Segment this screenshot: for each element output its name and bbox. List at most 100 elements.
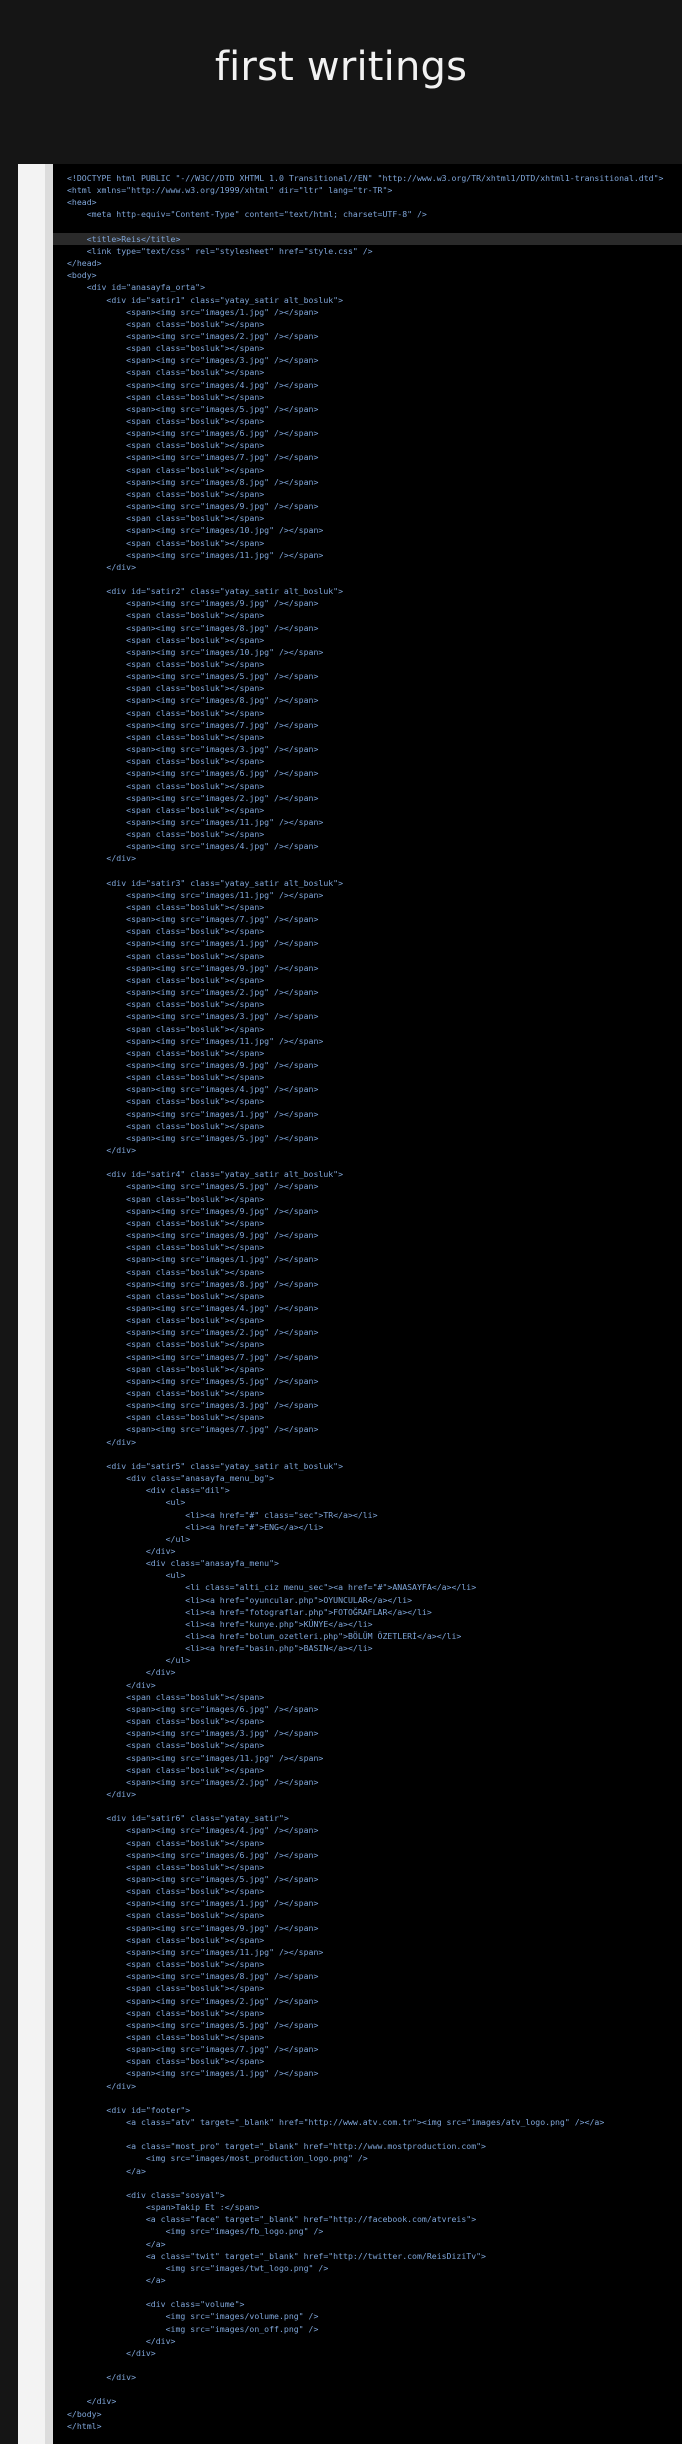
code-line[interactable]: 11 <div id="satir1" class="yatay_satir a… bbox=[53, 294, 682, 306]
code-line[interactable]: 35 <div id="satir2" class="yatay_satir a… bbox=[53, 585, 682, 597]
code-line[interactable]: 171 </a> bbox=[53, 2238, 682, 2250]
code-line[interactable]: 153 <span><img src="images/5.jpg" /></sp… bbox=[53, 2019, 682, 2031]
code-line[interactable]: 54 <span><img src="images/11.jpg" /></sp… bbox=[53, 816, 682, 828]
code-line[interactable]: 49 <span class="bosluk"></span> bbox=[53, 755, 682, 767]
code-line[interactable]: 127 <span><img src="images/6.jpg" /></sp… bbox=[53, 1703, 682, 1715]
code-line[interactable]: 37 <span class="bosluk"></span> bbox=[53, 609, 682, 621]
code-line[interactable]: 165 </a> bbox=[53, 2165, 682, 2177]
code-line[interactable]: 146 <span class="bosluk"></span> bbox=[53, 1934, 682, 1946]
code-line[interactable]: 20 <span><img src="images/5.jpg" /></spa… bbox=[53, 403, 682, 415]
code-line[interactable]: 42 <span><img src="images/5.jpg" /></spa… bbox=[53, 670, 682, 682]
code-line[interactable]: 15 <span class="bosluk"></span> bbox=[53, 342, 682, 354]
code-line[interactable]: 23 <span class="bosluk"></span> bbox=[53, 439, 682, 451]
code-line[interactable]: 160 <div id="footer"> bbox=[53, 2104, 682, 2116]
code-editor[interactable]: 1<!DOCTYPE html PUBLIC "-//W3C//DTD XHTM… bbox=[18, 164, 682, 2444]
code-line[interactable]: 93 <span class="bosluk"></span> bbox=[53, 1290, 682, 1302]
code-line[interactable]: 141 <span><img src="images/5.jpg" /></sp… bbox=[53, 1873, 682, 1885]
code-line[interactable]: 41 <span class="bosluk"></span> bbox=[53, 658, 682, 670]
code-line[interactable]: 89 <span class="bosluk"></span> bbox=[53, 1241, 682, 1253]
code-line[interactable]: 135 bbox=[53, 1800, 682, 1812]
code-line[interactable]: 46 <span><img src="images/7.jpg" /></spa… bbox=[53, 719, 682, 731]
code-line[interactable]: 66 <span><img src="images/9.jpg" /></spa… bbox=[53, 962, 682, 974]
code-line[interactable]: 7 <link type="text/css" rel="stylesheet"… bbox=[53, 245, 682, 257]
code-line[interactable]: 147 <span><img src="images/11.jpg" /></s… bbox=[53, 1946, 682, 1958]
code-line[interactable]: 182 </div> bbox=[53, 2371, 682, 2383]
code-line[interactable]: 69 <span class="bosluk"></span> bbox=[53, 998, 682, 1010]
code-line[interactable]: 29 <span class="bosluk"></span> bbox=[53, 512, 682, 524]
code-line[interactable]: 80 <span><img src="images/5.jpg" /></spa… bbox=[53, 1132, 682, 1144]
code-line[interactable]: 120 <li><a href="kunye.php">KÜNYE</a></l… bbox=[53, 1618, 682, 1630]
code-line[interactable]: 48 <span><img src="images/3.jpg" /></spa… bbox=[53, 743, 682, 755]
code-line[interactable]: 114 </div> bbox=[53, 1545, 682, 1557]
code-line[interactable]: 60 <span><img src="images/11.jpg" /></sp… bbox=[53, 889, 682, 901]
code-line[interactable]: 98 <span><img src="images/7.jpg" /></spa… bbox=[53, 1351, 682, 1363]
code-line[interactable]: 58 bbox=[53, 865, 682, 877]
code-line[interactable]: 154 <span class="bosluk"></span> bbox=[53, 2031, 682, 2043]
code-line[interactable]: 107 <div id="satir5" class="yatay_satir … bbox=[53, 1460, 682, 1472]
code-line[interactable]: 170 <img src="images/fb_logo.png" /> bbox=[53, 2225, 682, 2237]
code-line[interactable]: 16 <span><img src="images/3.jpg" /></spa… bbox=[53, 354, 682, 366]
code-line[interactable]: 161 <a class="atv" target="_blank" href=… bbox=[53, 2116, 682, 2128]
code-line[interactable]: 175 bbox=[53, 2286, 682, 2298]
code-line[interactable]: 122 <li><a href="basin.php">BASIN</a></l… bbox=[53, 1642, 682, 1654]
code-line[interactable]: 21 <span class="bosluk"></span> bbox=[53, 415, 682, 427]
code-line[interactable]: 159 bbox=[53, 2092, 682, 2104]
code-line[interactable]: 155 <span><img src="images/7.jpg" /></sp… bbox=[53, 2043, 682, 2055]
code-line[interactable]: 92 <span><img src="images/8.jpg" /></spa… bbox=[53, 1278, 682, 1290]
code-line[interactable]: 133 <span><img src="images/2.jpg" /></sp… bbox=[53, 1776, 682, 1788]
code-line[interactable]: 40 <span><img src="images/10.jpg" /></sp… bbox=[53, 646, 682, 658]
code-line[interactable]: 149 <span><img src="images/8.jpg" /></sp… bbox=[53, 1970, 682, 1982]
code-line[interactable]: 131 <span><img src="images/11.jpg" /></s… bbox=[53, 1752, 682, 1764]
code-line[interactable]: 109 <div class="dil"> bbox=[53, 1484, 682, 1496]
code-line[interactable]: 34 bbox=[53, 573, 682, 585]
code-line[interactable]: 39 <span class="bosluk"></span> bbox=[53, 634, 682, 646]
code-line[interactable]: 9<body> bbox=[53, 269, 682, 281]
code-line[interactable]: 90 <span><img src="images/1.jpg" /></spa… bbox=[53, 1253, 682, 1265]
code-line[interactable]: 45 <span class="bosluk"></span> bbox=[53, 707, 682, 719]
code-line[interactable]: 65 <span class="bosluk"></span> bbox=[53, 950, 682, 962]
code-line[interactable]: 31 <span class="bosluk"></span> bbox=[53, 537, 682, 549]
code-line[interactable]: 125 </div> bbox=[53, 1679, 682, 1691]
code-line[interactable]: 36 <span><img src="images/9.jpg" /></spa… bbox=[53, 597, 682, 609]
code-line[interactable]: 56 <span><img src="images/4.jpg" /></spa… bbox=[53, 840, 682, 852]
code-line[interactable]: 121 <li><a href="bolum_ozetleri.php">BÖL… bbox=[53, 1630, 682, 1642]
code-line[interactable]: 164 <img src="images/most_production_log… bbox=[53, 2152, 682, 2164]
code-line[interactable]: 126 <span class="bosluk"></span> bbox=[53, 1691, 682, 1703]
code-line[interactable]: 61 <span class="bosluk"></span> bbox=[53, 901, 682, 913]
code-line[interactable]: 163 <a class="most_pro" target="_blank" … bbox=[53, 2140, 682, 2152]
code-line[interactable]: 119 <li><a href="fotograflar.php">FOTOĞR… bbox=[53, 1606, 682, 1618]
code-line[interactable]: 140 <span class="bosluk"></span> bbox=[53, 1861, 682, 1873]
code-line[interactable]: 168 <span>Takip Et :</span> bbox=[53, 2201, 682, 2213]
code-line[interactable]: 156 <span class="bosluk"></span> bbox=[53, 2055, 682, 2067]
code-line[interactable]: 82 bbox=[53, 1156, 682, 1168]
code-line[interactable]: 152 <span class="bosluk"></span> bbox=[53, 2007, 682, 2019]
code-line[interactable]: 167 <div class="sosyal"> bbox=[53, 2189, 682, 2201]
code-area[interactable]: 1<!DOCTYPE html PUBLIC "-//W3C//DTD XHTM… bbox=[53, 164, 682, 2444]
code-line[interactable]: 10 <div id="anasayfa_orta"> bbox=[53, 281, 682, 293]
code-line[interactable]: 130 <span class="bosluk"></span> bbox=[53, 1739, 682, 1751]
code-line[interactable]: 47 <span class="bosluk"></span> bbox=[53, 731, 682, 743]
code-line[interactable]: 28 <span><img src="images/9.jpg" /></spa… bbox=[53, 500, 682, 512]
code-line[interactable]: 99 <span class="bosluk"></span> bbox=[53, 1363, 682, 1375]
code-line[interactable]: 113 </ul> bbox=[53, 1533, 682, 1545]
code-line[interactable]: 78 <span><img src="images/1.jpg" /></spa… bbox=[53, 1108, 682, 1120]
code-line[interactable]: 104 <span><img src="images/7.jpg" /></sp… bbox=[53, 1423, 682, 1435]
code-line[interactable]: 70 <span><img src="images/3.jpg" /></spa… bbox=[53, 1010, 682, 1022]
code-line[interactable]: 19 <span class="bosluk"></span> bbox=[53, 391, 682, 403]
code-line[interactable]: 1<!DOCTYPE html PUBLIC "-//W3C//DTD XHTM… bbox=[53, 172, 682, 184]
code-line[interactable]: 124 </div> bbox=[53, 1666, 682, 1678]
code-line[interactable]: 132 <span class="bosluk"></span> bbox=[53, 1764, 682, 1776]
code-line[interactable]: 178 <img src="images/on_off.png" /> bbox=[53, 2323, 682, 2335]
code-line[interactable]: 51 <span class="bosluk"></span> bbox=[53, 780, 682, 792]
code-line[interactable]: 3<head> bbox=[53, 196, 682, 208]
code-line[interactable]: 102 <span><img src="images/3.jpg" /></sp… bbox=[53, 1399, 682, 1411]
code-line[interactable]: 62 <span><img src="images/7.jpg" /></spa… bbox=[53, 913, 682, 925]
code-line[interactable]: 96 <span><img src="images/2.jpg" /></spa… bbox=[53, 1326, 682, 1338]
code-line[interactable]: 63 <span class="bosluk"></span> bbox=[53, 925, 682, 937]
code-line[interactable]: 105 </div> bbox=[53, 1436, 682, 1448]
code-line[interactable]: 116 <ul> bbox=[53, 1569, 682, 1581]
code-line[interactable]: 136 <div id="satir6" class="yatay_satir"… bbox=[53, 1812, 682, 1824]
code-line[interactable]: 2<html xmlns="http://www.w3.org/1999/xht… bbox=[53, 184, 682, 196]
code-line[interactable]: 77 <span class="bosluk"></span> bbox=[53, 1095, 682, 1107]
code-line[interactable]: 172 <a class="twit" target="_blank" href… bbox=[53, 2250, 682, 2262]
